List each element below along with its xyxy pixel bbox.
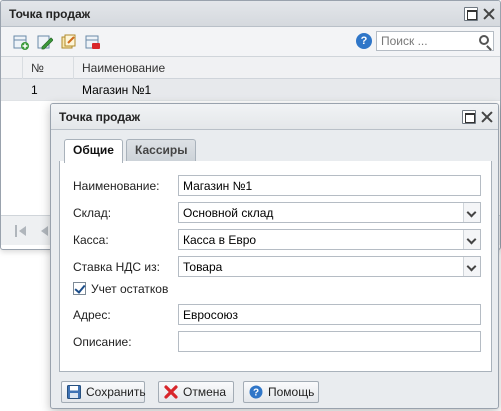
close-icon[interactable] <box>480 110 494 124</box>
add-icon[interactable] <box>13 34 29 50</box>
warehouse-select[interactable]: Основной склад <box>178 202 481 223</box>
maximize-icon[interactable] <box>462 110 476 124</box>
cell-number: 1 <box>31 83 38 97</box>
dialog-button-bar: Сохранить Отмена ? Помощь <box>51 375 498 408</box>
address-input[interactable] <box>179 305 480 324</box>
copy-icon[interactable] <box>61 34 77 50</box>
dialog-tabs: Общие Кассиры Наименование: Склад: Основ… <box>59 136 492 372</box>
description-row: Описание: <box>60 331 493 353</box>
tab-strip: Общие Кассиры <box>59 136 492 163</box>
dialog-titlebar[interactable]: Точка продаж <box>51 104 498 130</box>
svg-text:?: ? <box>253 388 259 399</box>
name-row: Наименование: <box>60 175 493 197</box>
warehouse-value: Основной склад <box>183 206 274 220</box>
table-row[interactable]: 1 Магазин №1 <box>1 79 500 101</box>
description-input[interactable] <box>179 332 480 351</box>
maximize-icon[interactable] <box>464 7 478 21</box>
tab-cashiers[interactable]: Кассиры <box>126 139 197 162</box>
vat-label: Ставка НДС из: <box>73 260 160 274</box>
sales-point-dialog: Точка продаж Общие Кассиры Наименование:… <box>50 103 499 409</box>
window-title: Точка продаж <box>9 7 91 21</box>
stock-tracking-label[interactable]: Учет остатков <box>91 282 168 296</box>
column-header-number[interactable]: № <box>23 57 74 79</box>
cancel-button[interactable]: Отмена <box>158 381 234 403</box>
vat-row: Ставка НДС из: Товара <box>60 256 493 278</box>
grid-header-spacer <box>1 57 23 79</box>
tab-panel-general: Наименование: Склад: Основной склад Касс… <box>59 161 492 372</box>
window-titlebar[interactable]: Точка продаж <box>1 1 500 27</box>
description-field[interactable] <box>178 331 481 352</box>
stock-tracking-checkbox[interactable] <box>73 282 86 295</box>
edit-icon[interactable] <box>37 34 53 50</box>
name-field[interactable] <box>178 175 481 196</box>
column-header-name[interactable]: Наименование <box>74 57 500 79</box>
cashbox-row: Касса: Касса в Евро <box>60 229 493 251</box>
address-row: Адрес: <box>60 304 493 326</box>
close-icon[interactable] <box>482 7 496 21</box>
help-icon: ? <box>249 385 263 399</box>
search-input[interactable] <box>377 32 473 50</box>
tab-general[interactable]: Общие <box>64 139 123 163</box>
first-page-icon[interactable] <box>15 225 27 237</box>
delete-icon[interactable] <box>85 34 101 50</box>
chevron-down-icon[interactable] <box>463 203 480 222</box>
warehouse-row: Склад: Основной склад <box>60 202 493 224</box>
save-button[interactable]: Сохранить <box>61 381 146 403</box>
description-label: Описание: <box>73 335 132 349</box>
help-button-label: Помощь <box>268 385 315 399</box>
vat-select[interactable]: Товара <box>178 256 481 277</box>
warehouse-label: Склад: <box>73 206 112 220</box>
address-field[interactable] <box>178 304 481 325</box>
dialog-title: Точка продаж <box>59 110 141 124</box>
chevron-down-icon[interactable] <box>463 230 480 249</box>
list-toolbar: ? <box>1 27 500 57</box>
cell-name: Магазин №1 <box>82 83 152 97</box>
address-label: Адрес: <box>73 308 111 322</box>
help-icon[interactable]: ? <box>356 33 372 49</box>
cashbox-select[interactable]: Касса в Евро <box>178 229 481 250</box>
name-label: Наименование: <box>73 179 160 193</box>
cancel-button-label: Отмена <box>183 385 227 399</box>
cashbox-label: Касса: <box>73 233 109 247</box>
save-icon <box>67 385 81 399</box>
cancel-icon <box>164 385 178 399</box>
chevron-down-icon[interactable] <box>463 257 480 276</box>
save-button-label: Сохранить <box>86 385 146 399</box>
stock-row: Учет остатков <box>60 279 493 301</box>
search-icon[interactable] <box>479 35 489 45</box>
name-input[interactable] <box>179 176 480 195</box>
grid-header: № Наименование <box>1 57 500 79</box>
vat-value: Товара <box>183 260 223 274</box>
search-field[interactable] <box>376 31 494 51</box>
help-button[interactable]: ? Помощь <box>243 381 319 403</box>
cashbox-value: Касса в Евро <box>183 233 257 247</box>
